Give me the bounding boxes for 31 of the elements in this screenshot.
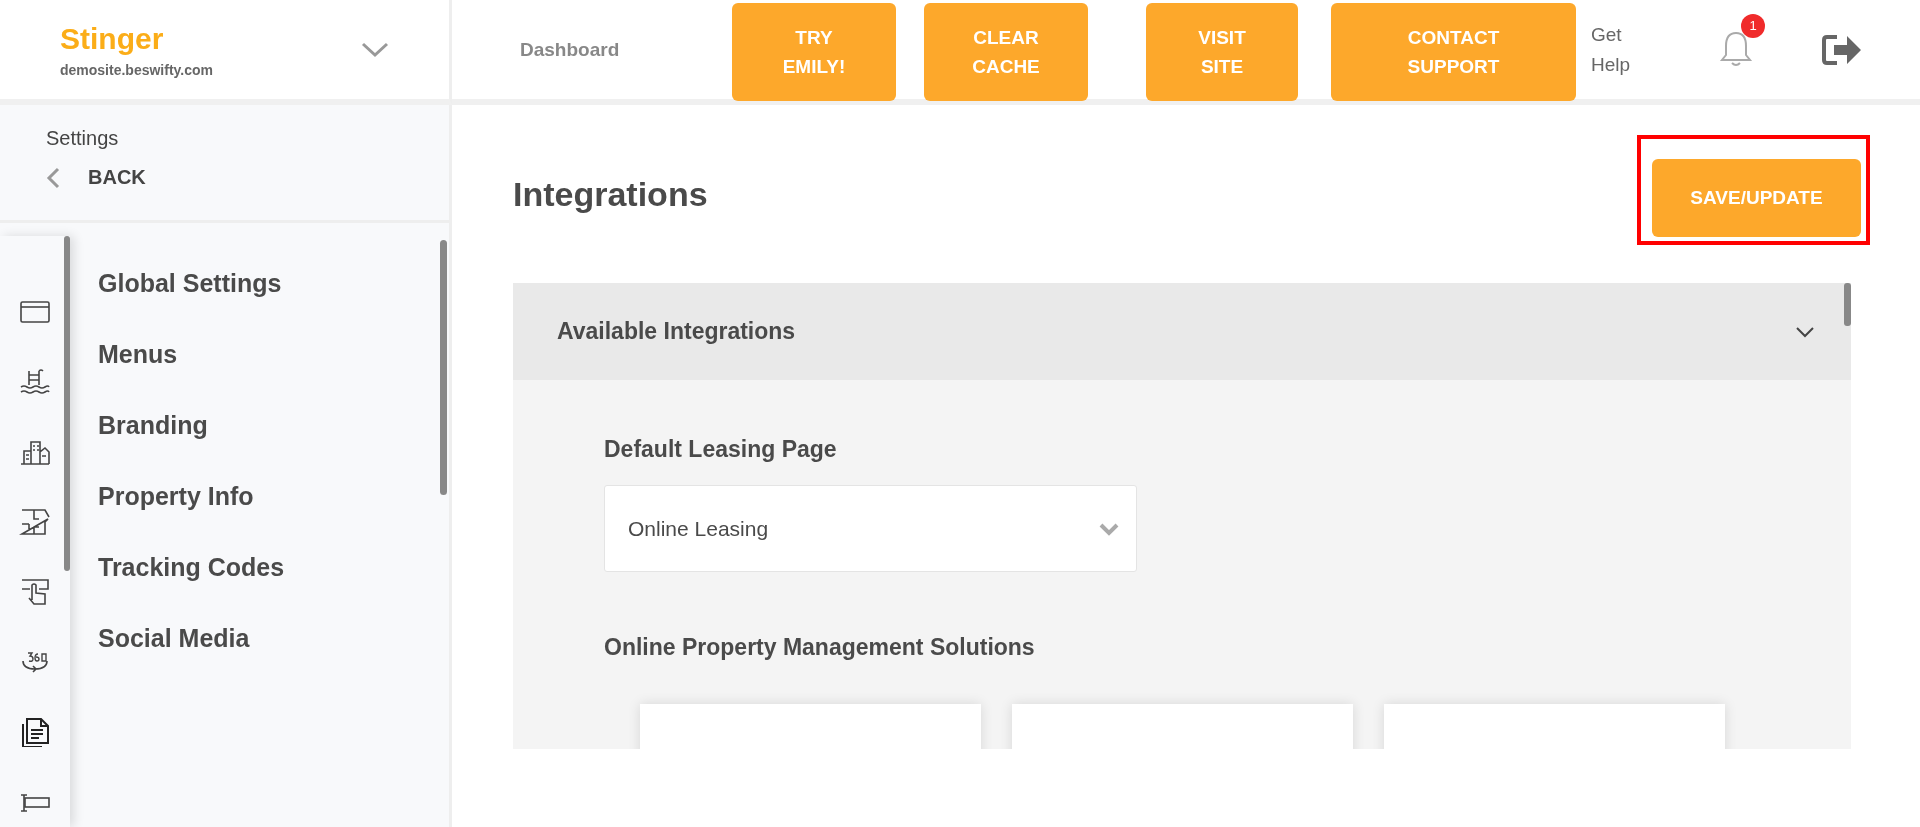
bell-icon[interactable] <box>1719 29 1753 68</box>
chevron-down-icon <box>1098 521 1120 536</box>
back-link[interactable]: BACK <box>88 166 146 189</box>
sidebar-title: Settings <box>46 127 120 150</box>
sidebar-item[interactable]: Menus <box>98 338 449 370</box>
chevron-down-icon[interactable] <box>1795 325 1815 338</box>
sidebar-item[interactable]: Branding <box>98 409 449 441</box>
sidebar-item[interactable]: Social Media <box>98 622 449 654</box>
hand-pointer-icon[interactable] <box>19 577 51 607</box>
scrollbar-thumb[interactable] <box>64 236 70 571</box>
field-label: Default Leasing Page <box>604 436 838 463</box>
sidebar-item[interactable]: Global Settings <box>98 267 449 299</box>
dashboard-link[interactable]: Dashboard <box>520 38 732 61</box>
notification-badge: 1 <box>1741 13 1765 38</box>
floor-plan-icon[interactable] <box>19 507 51 537</box>
scrollbar-thumb[interactable] <box>1844 283 1851 326</box>
section-heading: Online Property Management Solutions <box>604 634 1036 661</box>
site-url: demosite.beswifty.com <box>60 61 213 78</box>
caret-icon[interactable] <box>361 41 389 58</box>
brand-name: Stinger <box>60 21 165 56</box>
accordion-title: Available Integrations <box>557 318 796 345</box>
sidebar-item[interactable]: Property Info <box>98 480 449 512</box>
scrollbar-thumb[interactable] <box>440 240 447 495</box>
accordion-header[interactable]: Available Integrations <box>513 283 1851 380</box>
help-link[interactable]: Get Help <box>1591 20 1701 79</box>
sidebar-item[interactable]: Tracking Codes <box>98 551 449 583</box>
pool-ladder-icon[interactable] <box>19 367 51 397</box>
document-icon[interactable] <box>19 717 51 747</box>
chevron-left-icon[interactable] <box>46 166 60 189</box>
page-title: Integrations <box>513 174 708 214</box>
select-field[interactable]: Online Leasing <box>604 485 1137 572</box>
